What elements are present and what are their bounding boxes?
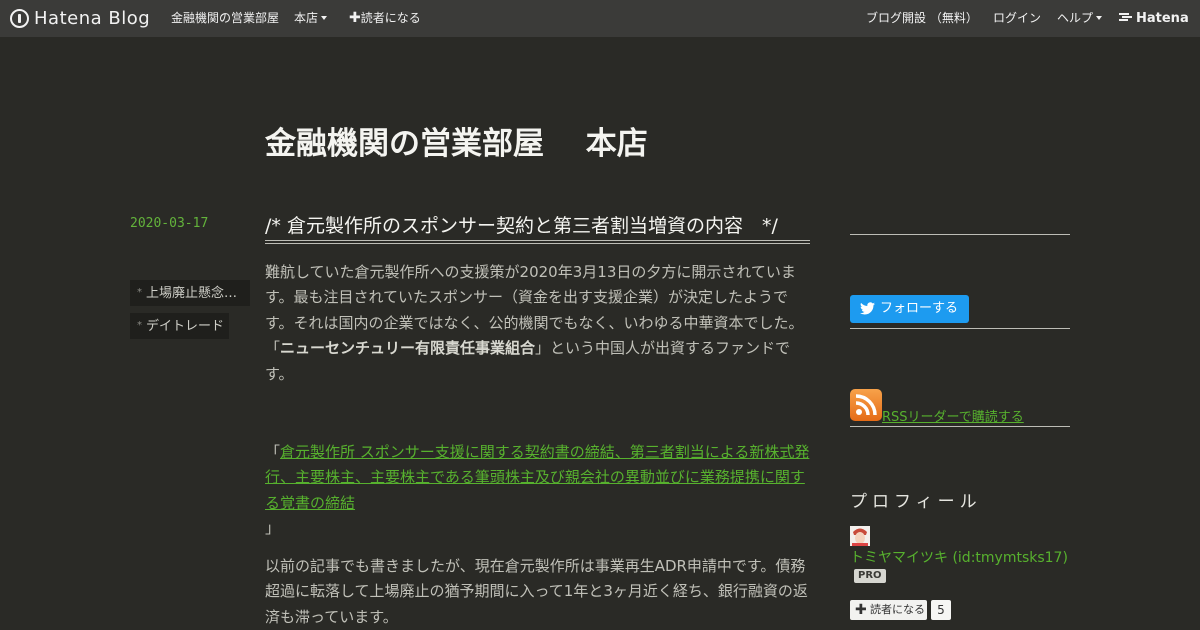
plus-icon: ✚ xyxy=(349,10,361,26)
header-subscribe-label: 読者になる xyxy=(360,11,421,25)
plus-icon: ✚ xyxy=(855,602,867,618)
hatena-brand-label: Hatena xyxy=(1136,11,1189,26)
hatena-logo-icon xyxy=(1119,13,1132,21)
quote-close: 」 xyxy=(265,519,281,538)
global-header: Hatena Blog 金融機関の営業部屋 本店 ✚読者になる ブログ開設 （無… xyxy=(0,0,1200,37)
category-label: 上場廃止懸念… xyxy=(146,286,238,301)
disclosure-link[interactable]: 倉元製作所 スポンサー支援に関する契約書の締結、第三者割当による新株式発行、主要… xyxy=(265,443,809,512)
sidebar-subscribe-button[interactable]: ✚ 読者になる xyxy=(850,600,927,620)
hatena-menu[interactable]: Hatena xyxy=(1118,0,1189,37)
logo-text: Hatena Blog xyxy=(34,8,151,29)
login-link[interactable]: ログイン xyxy=(993,0,1041,37)
quote-open: 「 xyxy=(265,443,281,461)
rss-subscribe-link[interactable]: RSSリーダーで購読する xyxy=(882,406,1024,425)
header-subscribe-button[interactable]: ✚読者になる xyxy=(349,0,421,37)
category-tag[interactable]: * デイトレード xyxy=(130,313,229,339)
entry-paragraph: 以前の記事でも書きましたが、現在倉元製作所は事業再生ADR申請中です。債務超過に… xyxy=(265,557,808,626)
profile-name-link[interactable]: トミヤマイツキ (id:tmymtsks17) xyxy=(850,547,1068,567)
caret-down-icon xyxy=(321,16,328,20)
header-honten-menu[interactable]: 本店 xyxy=(294,0,328,37)
hatena-blog-logo[interactable]: Hatena Blog xyxy=(10,0,150,37)
caret-down-icon xyxy=(1096,16,1103,20)
sidebar-subscribe-label: 読者になる xyxy=(870,603,925,616)
fund-name: ニューセンチュリー有限責任事業組合 xyxy=(280,339,536,358)
category-tag[interactable]: * 上場廃止懸念… xyxy=(130,280,250,306)
header-blog-name-link[interactable]: 金融機関の営業部屋 xyxy=(171,0,279,37)
pro-badge: PRO xyxy=(854,569,886,583)
avatar[interactable] xyxy=(850,526,870,546)
twitter-bird-icon xyxy=(860,302,875,315)
sidebar-divider xyxy=(850,234,1070,235)
follow-label: フォローする xyxy=(880,301,959,316)
entry-title[interactable]: /* 倉元製作所のスポンサー契約と第三者割当増資の内容 */ xyxy=(265,211,778,238)
blog-title[interactable]: 金融機関の営業部屋 本店 xyxy=(265,118,648,163)
entry-link-paragraph: 「倉元製作所 スポンサー支援に関する契約書の締結、第三者割当による新株式発行、主… xyxy=(265,440,810,542)
asterisk-icon: * xyxy=(137,320,142,331)
subscriber-count: 5 xyxy=(931,600,951,620)
entry-title-divider xyxy=(265,240,810,244)
hatena-blog-logo-icon xyxy=(10,9,29,28)
rss-icon[interactable] xyxy=(850,389,882,421)
help-menu[interactable]: ヘルプ xyxy=(1057,0,1103,37)
open-blog-link[interactable]: ブログ開設 （無料） xyxy=(866,0,978,37)
sidebar-divider xyxy=(850,426,1070,427)
honten-label: 本店 xyxy=(294,11,319,25)
entry-paragraph: 難航していた倉元製作所への支援策が2020年3月13日の夕方に開示されています。… xyxy=(265,260,810,387)
help-label: ヘルプ xyxy=(1057,11,1094,25)
profile-heading: プロフィール xyxy=(850,492,982,512)
sidebar-divider xyxy=(850,328,1070,329)
entry-date[interactable]: 2020-03-17 xyxy=(130,216,208,231)
asterisk-icon: * xyxy=(137,287,142,298)
twitter-follow-button[interactable]: フォローする xyxy=(850,295,969,323)
category-label: デイトレード xyxy=(146,319,225,334)
